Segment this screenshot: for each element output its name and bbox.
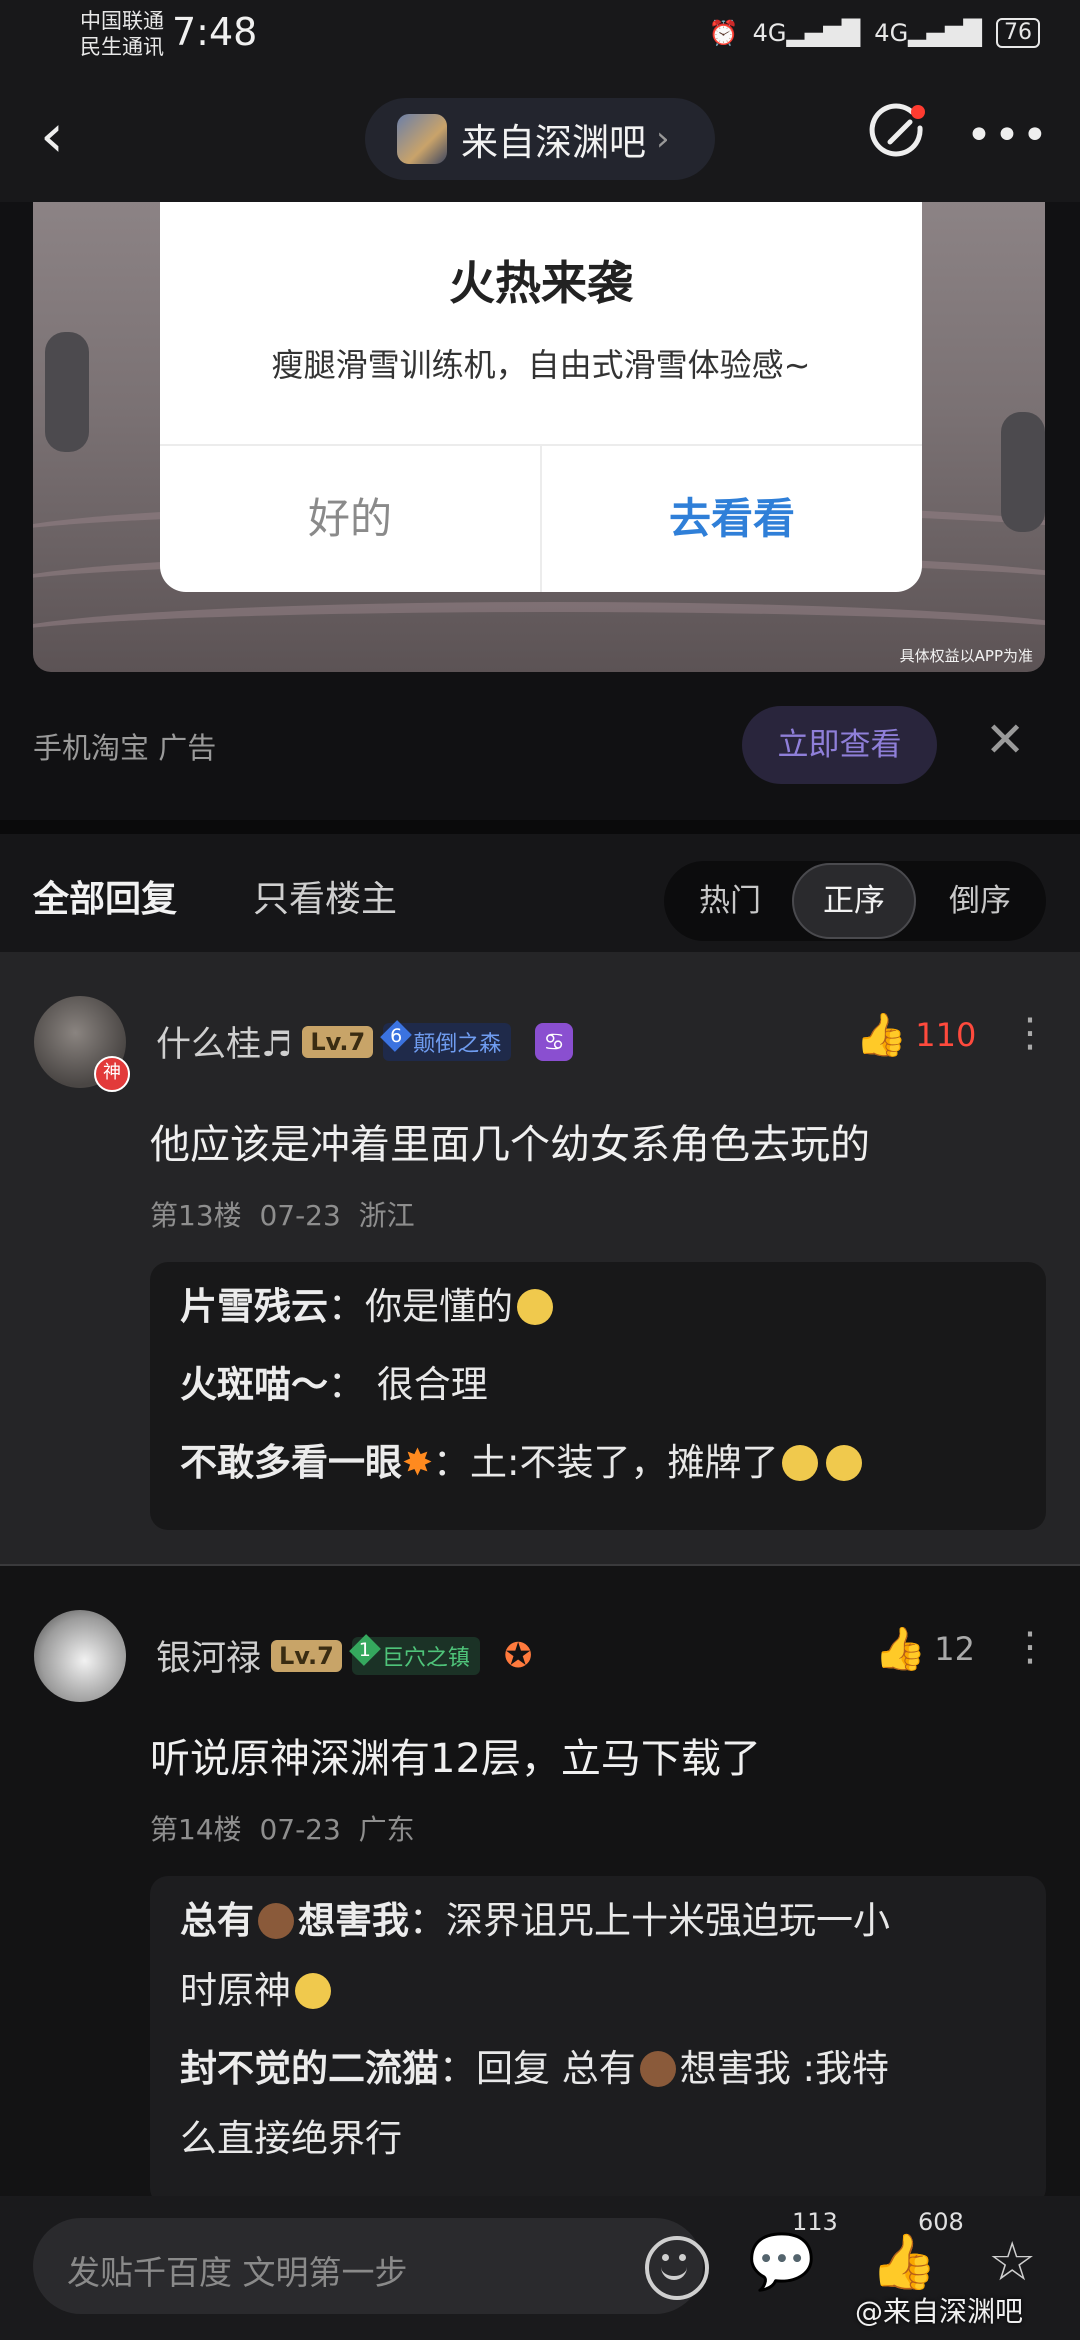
forum-badge: 6 颠倒之森	[380, 1019, 512, 1061]
reply-meta: 第13楼 07-23 浙江	[150, 1199, 415, 1232]
thumb-up-icon: 👍	[855, 1010, 908, 1059]
reply-item: 银河禄 Lv.7 1 巨穴之镇 ✪ 👍 12 ⋮ 听说原神深渊有12层，立马下载了…	[0, 1566, 1080, 2206]
game-emblem-icon: ✪	[503, 1635, 533, 1676]
star-icon[interactable]: ☆	[988, 2230, 1036, 2293]
user-line: 什么桂♬ Lv.7 6 颠倒之森 ♋	[156, 1016, 574, 1067]
sub-reply: 总有 想害我：深界诅咒上十米强迫玩一小	[180, 1899, 890, 1942]
avatar-tag: 神	[94, 1056, 130, 1092]
user-line: 银河禄 Lv.7 1 巨穴之镇 ✪	[156, 1630, 532, 1681]
like-post-count: 608	[918, 2208, 964, 2236]
ad-view-button[interactable]: 立即查看	[742, 706, 937, 784]
close-icon[interactable]: ✕	[985, 712, 1025, 768]
forum-name: 来自深渊吧	[461, 121, 646, 164]
sort-asc[interactable]: 正序	[792, 863, 916, 939]
monkey-emoji-icon	[639, 2051, 676, 2087]
compose-icon[interactable]	[868, 102, 928, 162]
reply-meta: 第14楼 07-23 广东	[150, 1813, 415, 1846]
level-badge: Lv.7	[271, 1639, 342, 1672]
like-control[interactable]: 👍 12	[874, 1624, 975, 1674]
signal-icon: 4G▂▄▆█	[752, 19, 861, 47]
emoji-icon	[295, 1973, 331, 2009]
sub-reply-cont: 时原神	[180, 1968, 335, 2014]
dialog-text: 瘦腿滑雪训练机，自由式滑雪体验感~	[271, 346, 811, 384]
comment-button[interactable]: 💬 113	[748, 2208, 838, 2294]
tab-all-replies[interactable]: 全部回复	[33, 870, 177, 922]
ad-source: 手机淘宝 广告	[33, 731, 217, 765]
sub-reply: 片雪残云：你是懂的	[180, 1284, 557, 1330]
status-bar: 中国联通 民生通讯 7:48 ⏰ 4G▂▄▆█ 4G▂▄▆█ 76	[0, 0, 1080, 80]
tab-op-only[interactable]: 只看楼主	[253, 870, 397, 922]
more-icon[interactable]: ⋮	[1010, 1010, 1050, 1056]
alarm-icon: ⏰	[708, 19, 739, 47]
dialog-title: 火热来袭	[449, 256, 633, 310]
ad-decor	[1001, 412, 1045, 532]
sort-switch: 热门 正序 倒序	[664, 861, 1046, 941]
divider	[0, 820, 1080, 834]
comment-count: 113	[792, 2208, 838, 2236]
promo-dialog: 火热来袭 瘦腿滑雪训练机，自由式滑雪体验感~ 好的 去看看	[160, 202, 922, 592]
avatar[interactable]	[34, 1610, 126, 1702]
battery-icon: 76	[996, 18, 1040, 48]
sort-desc[interactable]: 倒序	[920, 861, 1040, 941]
ad-disclaimer: 具体权益以APP为准	[899, 647, 1033, 665]
comment-icon: 💬	[748, 2230, 816, 2293]
chevron-left-icon[interactable]: ‹	[40, 106, 64, 166]
like-count: 110	[915, 1016, 977, 1054]
reply-item: 神 什么桂♬ Lv.7 6 颠倒之森 ♋ 👍 110 ⋮ 他应该是冲着里面几个幼女…	[0, 952, 1080, 1564]
reply-input[interactable]: 发贴千百度 文明第一步	[33, 2218, 709, 2314]
emoji-icon	[782, 1445, 819, 1481]
thumb-up-icon: 👍	[870, 2230, 938, 2293]
emoji-picker-icon[interactable]	[645, 2236, 709, 2300]
reply-tabs: 全部回复 只看楼主 热门 正序 倒序	[0, 834, 1080, 952]
sub-replies[interactable]: 片雪残云：你是懂的 火斑喵～： 很合理 不敢多看一眼✸：土:不装了，摊牌了	[150, 1262, 1046, 1530]
forum-avatar	[397, 114, 447, 164]
sub-reply: 不敢多看一眼✸：土:不装了，摊牌了	[180, 1440, 866, 1486]
sub-reply: 封不觉的二流猫：回复 总有 想害我 :我特	[180, 2047, 889, 2090]
emoji-icon	[826, 1445, 863, 1481]
system-icons: ⏰ 4G▂▄▆█ 4G▂▄▆█ 76	[709, 18, 1040, 48]
monkey-emoji-icon	[258, 1903, 294, 1939]
reply-content: 听说原神深渊有12层，立马下载了	[150, 1736, 761, 1782]
sub-replies[interactable]: 总有 想害我：深界诅咒上十米强迫玩一小 时原神 封不觉的二流猫：回复 总有 想害我 …	[150, 1876, 1046, 2206]
reply-content: 他应该是冲着里面几个幼女系角色去玩的	[150, 1122, 870, 1168]
watermark: @来自深渊吧	[855, 2295, 1024, 2328]
dialog-go-button[interactable]: 去看看	[542, 446, 922, 592]
ad-decor	[33, 602, 1045, 672]
nav-bar: ‹ 来自深渊吧 › •••	[0, 80, 1080, 202]
forum-link[interactable]: 来自深渊吧 ›	[365, 98, 715, 180]
more-icon[interactable]: •••	[966, 110, 1050, 161]
username[interactable]: 银河禄	[156, 1630, 261, 1681]
smile-emoji-icon	[517, 1289, 553, 1325]
sub-reply-cont: 么直接绝界行	[180, 2117, 402, 2160]
signal-icon-2: 4G▂▄▆█	[874, 19, 982, 47]
like-count: 12	[934, 1630, 976, 1668]
forum-badge: 1 巨穴之镇	[348, 1633, 480, 1675]
ad-decor	[45, 332, 89, 452]
like-post-button[interactable]: 👍 608	[870, 2208, 964, 2294]
thumb-up-icon: 👍	[874, 1624, 927, 1673]
dialog-ok-button[interactable]: 好的	[160, 446, 540, 592]
input-placeholder: 发贴千百度 文明第一步	[67, 2253, 408, 2292]
level-badge: Lv.7	[302, 1025, 374, 1058]
sub-reply: 火斑喵～： 很合理	[180, 1363, 488, 1406]
more-icon[interactable]: ⋮	[1010, 1624, 1050, 1670]
like-control[interactable]: 👍 110	[855, 1010, 976, 1060]
cancer-zodiac-icon: ♋	[535, 1022, 574, 1061]
clock: 7:48	[172, 10, 258, 54]
sort-hot[interactable]: 热门	[670, 861, 790, 941]
username[interactable]: 什么桂♬	[156, 1016, 292, 1067]
chevron-right-icon: ›	[656, 119, 670, 159]
carrier-label: 中国联通 民生通讯	[80, 9, 164, 59]
explosion-emoji-icon: ✸	[402, 1441, 434, 1484]
